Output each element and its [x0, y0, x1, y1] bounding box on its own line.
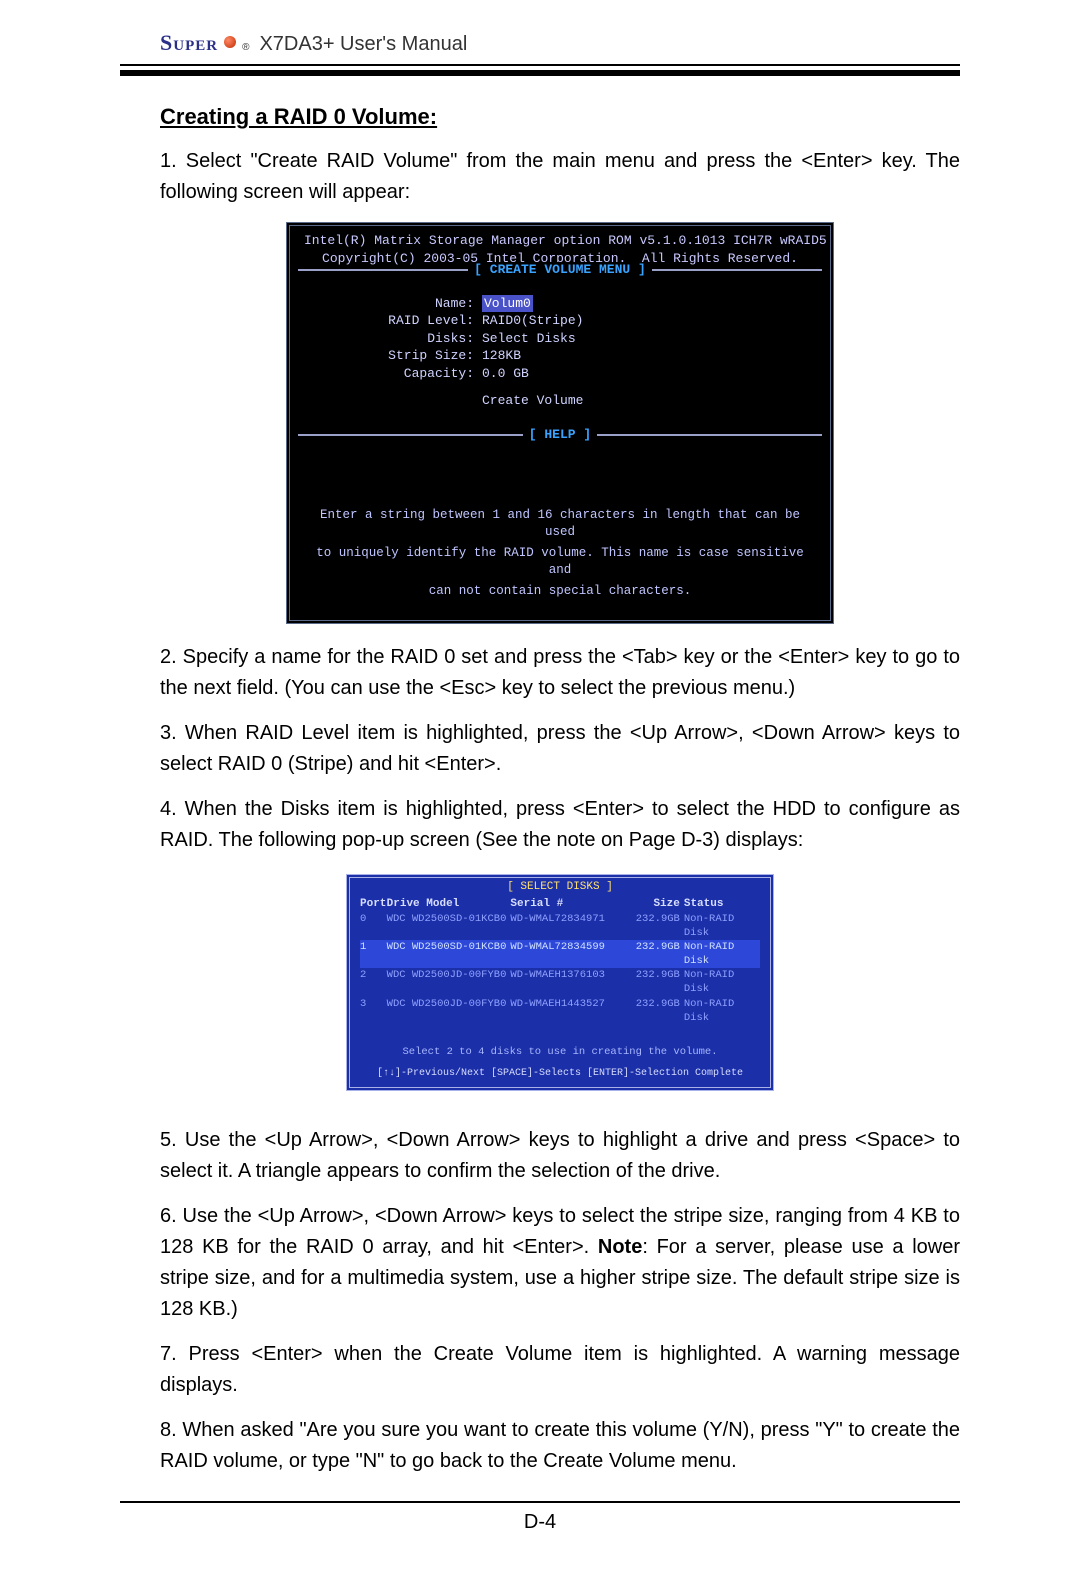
section-heading: Creating a RAID 0 Volume:: [160, 104, 960, 130]
footer-rule: [120, 1501, 960, 1503]
bios-help-line-2: to uniquely identify the RAID volume. Th…: [290, 543, 830, 581]
bios-disks-label: Disks:: [304, 330, 482, 348]
bios-menu-divider: [ CREATE VOLUME MENU ]: [298, 269, 822, 289]
step-4: 4. When the Disks item is highlighted, p…: [160, 794, 960, 856]
select-disks-screenshot: [ SELECT DISKS ] Port Drive Model Serial…: [346, 874, 774, 1091]
running-header: Super ® X7DA3+ User's Manual: [160, 30, 960, 56]
cell-model: WDC WD2500SD-01KCB0: [387, 912, 511, 940]
bios-help-divider: [ HELP ]: [298, 434, 822, 454]
select-disks-body: Port Drive Model Serial # Size Status 0W…: [350, 895, 770, 1061]
cell-serial: WD-WMAL72834971: [510, 912, 622, 940]
bios-title-1: Intel(R) Matrix Storage Manager option R…: [290, 232, 830, 250]
col-model: Drive Model: [387, 897, 511, 912]
step-6-note-label: Note: [598, 1236, 642, 1258]
select-disks-instruction: Select 2 to 4 disks to use in creating t…: [360, 1045, 760, 1059]
step-2: 2. Specify a name for the RAID 0 set and…: [160, 642, 960, 704]
cell-status: Non-RAID Disk: [684, 997, 760, 1025]
bios-menu-label: [ CREATE VOLUME MENU ]: [468, 262, 652, 277]
bios-name-label: Name:: [304, 295, 482, 313]
col-serial: Serial #: [510, 897, 622, 912]
bios-create-volume-screenshot: Intel(R) Matrix Storage Manager option R…: [286, 222, 834, 624]
step-8: 8. When asked "Are you sure you want to …: [160, 1415, 960, 1477]
manual-page: Super ® X7DA3+ User's Manual Creating a …: [0, 0, 1080, 1574]
bios-row-strip: Strip Size: 128KB: [304, 347, 816, 365]
bios-name-value: Volum0: [482, 295, 533, 313]
col-size: Size: [623, 897, 684, 912]
bios-level-label: RAID Level:: [304, 312, 482, 330]
brand-dot-icon: [224, 36, 236, 48]
bios-help-label: [ HELP ]: [523, 427, 597, 442]
bios-row-level: RAID Level: RAID0(Stripe): [304, 312, 816, 330]
select-disks-row: 1WDC WD2500SD-01KCB0WD-WMAL72834599232.9…: [360, 940, 760, 968]
bios-level-value: RAID0(Stripe): [482, 312, 583, 330]
step-3: 3. When RAID Level item is highlighted, …: [160, 718, 960, 780]
select-disks-title: [ SELECT DISKS ]: [503, 881, 617, 893]
bios-gap: [290, 455, 830, 505]
bios-create-volume-action: Create Volume: [482, 392, 583, 410]
bios-row-action: Create Volume: [304, 392, 816, 410]
bios-screenshot-wrap: Intel(R) Matrix Storage Manager option R…: [160, 222, 960, 624]
manual-title: X7DA3+ User's Manual: [259, 33, 467, 56]
cell-port: 1: [360, 940, 387, 968]
bios-strip-label: Strip Size:: [304, 347, 482, 365]
step-7: 7. Press <Enter> when the Create Volume …: [160, 1339, 960, 1401]
header-rule-thick: [120, 70, 960, 76]
page-number: D-4: [120, 1511, 960, 1534]
cell-size: 232.9GB: [623, 997, 684, 1025]
bios-capacity-label: Capacity:: [304, 365, 482, 383]
select-disks-row: 3WDC WD2500JD-00FYB0WD-WMAEH1443527232.9…: [360, 997, 760, 1025]
cell-status: Non-RAID Disk: [684, 968, 760, 996]
cell-port: 3: [360, 997, 387, 1025]
cell-serial: WD-WMAL72834599: [510, 940, 622, 968]
col-status: Status: [684, 897, 760, 912]
select-disks-header-row: Port Drive Model Serial # Size Status: [360, 897, 760, 912]
header-rule-thin: [120, 64, 960, 66]
cell-status: Non-RAID Disk: [684, 912, 760, 940]
select-disks-rows: 0WDC WD2500SD-01KCB0WD-WMAL72834971232.9…: [360, 912, 760, 1025]
bios-row-disks: Disks: Select Disks: [304, 330, 816, 348]
bios-form: Name: Volum0 RAID Level: RAID0(Stripe) D…: [290, 291, 830, 414]
step-1: 1. Select "Create RAID Volume" from the …: [160, 146, 960, 208]
cell-model: WDC WD2500JD-00FYB0: [387, 968, 511, 996]
bios-disks-value: Select Disks: [482, 330, 576, 348]
cell-model: WDC WD2500SD-01KCB0: [387, 940, 511, 968]
cell-port: 2: [360, 968, 387, 996]
cell-port: 0: [360, 912, 387, 940]
step-6: 6. Use the <Up Arrow>, <Down Arrow> keys…: [160, 1201, 960, 1325]
registered-mark: ®: [242, 42, 249, 53]
select-disks-screenshot-wrap: [ SELECT DISKS ] Port Drive Model Serial…: [160, 870, 960, 1107]
cell-serial: WD-WMAEH1443527: [510, 997, 622, 1025]
select-disks-row: 2WDC WD2500JD-00FYB0WD-WMAEH1376103232.9…: [360, 968, 760, 996]
bios-help-line-1: Enter a string between 1 and 16 characte…: [290, 505, 830, 543]
bios-strip-value: 128KB: [482, 347, 521, 365]
bios-row-name: Name: Volum0: [304, 295, 816, 313]
cell-model: WDC WD2500JD-00FYB0: [387, 997, 511, 1025]
bios-help-line-3: can not contain special characters.: [290, 581, 830, 602]
cell-size: 232.9GB: [623, 940, 684, 968]
bios-capacity-value: 0.0 GB: [482, 365, 529, 383]
cell-status: Non-RAID Disk: [684, 940, 760, 968]
select-disks-footer: [↑↓]-Previous/Next [SPACE]-Selects [ENTE…: [350, 1067, 770, 1081]
col-port: Port: [360, 897, 387, 912]
select-disks-row: 0WDC WD2500SD-01KCB0WD-WMAL72834971232.9…: [360, 912, 760, 940]
bios-row-capacity: Capacity: 0.0 GB: [304, 365, 816, 383]
brand-word: Super: [160, 30, 218, 56]
select-disks-titlebar: [ SELECT DISKS ]: [350, 880, 770, 895]
cell-size: 232.9GB: [623, 912, 684, 940]
step-5: 5. Use the <Up Arrow>, <Down Arrow> keys…: [160, 1125, 960, 1187]
cell-size: 232.9GB: [623, 968, 684, 996]
content-area: Creating a RAID 0 Volume: 1. Select "Cre…: [160, 104, 960, 1477]
cell-serial: WD-WMAEH1376103: [510, 968, 622, 996]
